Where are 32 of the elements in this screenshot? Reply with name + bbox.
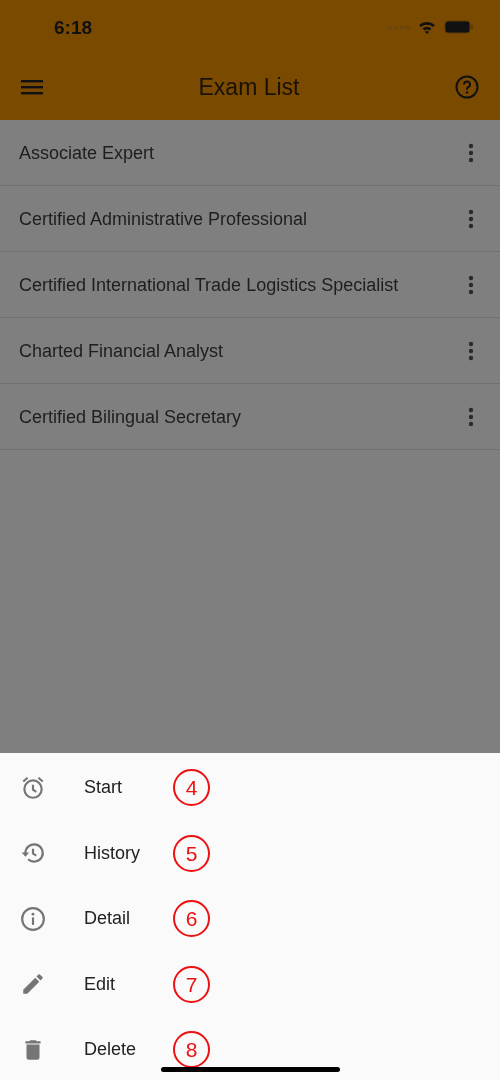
action-menu-item[interactable]: Edit	[84, 970, 174, 998]
exam-name: Certified Administrative Professional	[19, 207, 309, 230]
annotation-number: 4	[173, 769, 210, 807]
exam-list-item[interactable]: Certified Bilingual Secretary	[0, 384, 500, 450]
exam-list-item[interactable]: Certified Administrative Professional	[0, 186, 500, 252]
exam-name: Charted Financial Analyst	[19, 339, 225, 362]
more-options-icon[interactable]	[468, 406, 474, 427]
help-icon[interactable]	[455, 75, 479, 99]
wifi-icon	[418, 20, 436, 34]
exam-name: Certified Bilingual Secretary	[19, 405, 243, 428]
annotation-number: 7	[173, 965, 210, 1003]
app-bar-title: Exam List	[198, 72, 300, 102]
more-options-icon[interactable]	[468, 340, 474, 361]
action-menu-item[interactable]: Start	[84, 774, 174, 802]
exam-list-item[interactable]: Associate Expert	[0, 120, 500, 186]
more-options-icon[interactable]	[468, 142, 474, 163]
info-icon	[20, 905, 46, 932]
exam-list-item[interactable]: Certified International Trade Logistics Specialist	[0, 252, 500, 318]
more-options-icon[interactable]	[468, 274, 474, 295]
exam-name: Associate Expert	[19, 141, 156, 164]
exam-list-item[interactable]: Charted Financial Analyst	[0, 318, 500, 384]
alarm-clock-icon	[20, 774, 46, 801]
annotation-number: 6	[173, 900, 210, 938]
exam-name: Certified International Trade Logistics Specialist	[19, 273, 399, 296]
action-menu-item[interactable]: History	[84, 839, 174, 867]
battery-icon	[444, 20, 474, 34]
action-menu-item[interactable]: Detail	[84, 905, 174, 933]
menu-icon[interactable]	[21, 79, 43, 95]
status-time: 6:18	[54, 15, 93, 40]
action-menu-item[interactable]: Delete	[84, 1036, 174, 1064]
annotation-number: 5	[173, 834, 210, 872]
more-options-icon[interactable]	[468, 208, 474, 229]
